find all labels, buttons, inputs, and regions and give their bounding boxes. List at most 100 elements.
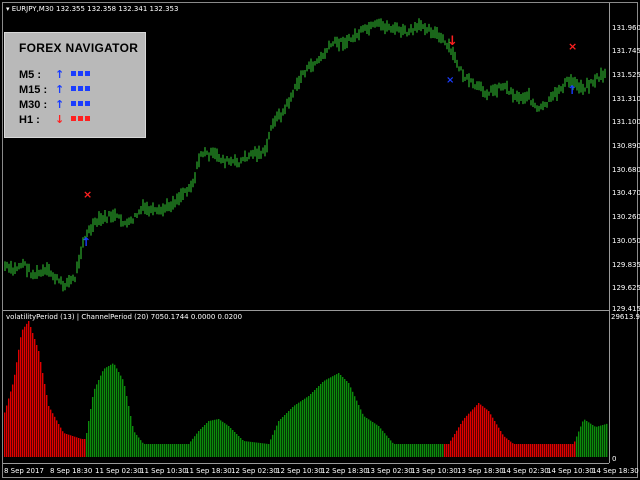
histogram-bar xyxy=(146,444,148,457)
indicator-histogram-canvas[interactable] xyxy=(3,311,609,463)
signal-square-icon xyxy=(71,101,76,106)
histogram-bar xyxy=(188,444,190,457)
histogram-bar xyxy=(154,444,156,457)
histogram-bar xyxy=(518,444,520,457)
histogram-bar xyxy=(162,444,164,457)
histogram-bar xyxy=(190,441,192,457)
histogram-bar xyxy=(106,367,108,457)
histogram-bar xyxy=(90,409,92,457)
time-tick: 13 Sep 10:30 xyxy=(411,467,458,475)
histogram-bar xyxy=(466,415,468,457)
histogram-bar xyxy=(108,366,110,457)
histogram-bar xyxy=(602,425,604,457)
histogram-bar xyxy=(470,411,472,457)
histogram-bar xyxy=(536,444,538,457)
signal-square-icon xyxy=(85,101,90,106)
histogram-bar xyxy=(260,443,262,457)
histogram-bar xyxy=(402,444,404,457)
histogram-bar xyxy=(18,349,20,457)
histogram-bar xyxy=(544,444,546,457)
histogram-bar xyxy=(82,439,84,457)
histogram-bar xyxy=(22,329,24,457)
sell-cross-icon: × xyxy=(83,188,92,201)
histogram-bar xyxy=(102,371,104,457)
histogram-bar xyxy=(60,427,62,457)
histogram-bar xyxy=(240,438,242,457)
histogram-bar xyxy=(460,424,462,457)
histogram-bar xyxy=(426,444,428,457)
histogram-bar xyxy=(12,384,14,457)
forex-navigator-panel[interactable]: FOREX NAVIGATOR M5 : ↑ M15 : ↑ M30 : ↑ H… xyxy=(4,32,146,138)
sell-cross-icon: × xyxy=(568,40,577,53)
histogram-bar xyxy=(204,425,206,457)
histogram-bar xyxy=(380,428,382,457)
histogram-bar xyxy=(594,426,596,457)
indicator-subwindow[interactable]: volatilityPeriod (13) | ChannelPeriod (2… xyxy=(3,311,609,463)
sell-arrow-icon: ↓ xyxy=(447,34,458,49)
histogram-bar xyxy=(524,444,526,457)
histogram-bar xyxy=(140,440,142,457)
histogram-bar xyxy=(508,440,510,457)
histogram-bar xyxy=(150,444,152,457)
histogram-bar xyxy=(46,395,48,457)
histogram-bar xyxy=(120,375,122,457)
down-arrow-icon: ↓ xyxy=(55,113,65,126)
histogram-bar xyxy=(590,423,592,457)
histogram-bar xyxy=(194,436,196,457)
histogram-bar xyxy=(526,444,528,457)
histogram-bar xyxy=(252,442,254,457)
navigator-title: FOREX NAVIGATOR xyxy=(19,41,139,55)
histogram-bar xyxy=(152,444,154,457)
histogram-bar xyxy=(24,326,26,457)
histogram-bar xyxy=(542,444,544,457)
histogram-bar xyxy=(538,444,540,457)
histogram-bar xyxy=(148,444,150,457)
histogram-bar xyxy=(418,444,420,457)
chart-menu-triangle-icon[interactable]: ▾ xyxy=(6,5,10,13)
histogram-bar xyxy=(342,377,344,457)
price-tick: 131.960 xyxy=(612,24,640,32)
time-scale[interactable]: 8 Sep 2017 8 Sep 18:30 11 Sep 02:30 11 S… xyxy=(3,463,639,478)
price-tick: 130.680 xyxy=(612,166,640,174)
histogram-bar xyxy=(376,424,378,457)
histogram-bar xyxy=(472,409,474,457)
histogram-bar xyxy=(216,419,218,457)
histogram-bar xyxy=(574,441,576,457)
histogram-bar xyxy=(232,430,234,457)
histogram-bar xyxy=(490,414,492,457)
histogram-bar xyxy=(226,424,228,457)
histogram-bar xyxy=(156,444,158,457)
histogram-bar xyxy=(286,413,288,457)
histogram-bar xyxy=(258,442,260,457)
price-tick: 129.625 xyxy=(612,284,640,292)
histogram-bar xyxy=(568,444,570,457)
histogram-bar xyxy=(292,407,294,457)
histogram-bar xyxy=(554,444,556,457)
histogram-bar xyxy=(438,444,440,457)
histogram-bar xyxy=(218,419,220,457)
price-tick: 130.050 xyxy=(612,237,640,245)
histogram-bar xyxy=(62,431,64,457)
histogram-bar xyxy=(486,409,488,457)
navigator-row-h1: H1 : ↓ xyxy=(19,113,139,128)
histogram-bar xyxy=(558,444,560,457)
histogram-bar xyxy=(332,376,334,457)
histogram-bar xyxy=(254,442,256,457)
histogram-bar xyxy=(300,401,302,457)
histogram-bar xyxy=(116,368,118,457)
histogram-bar xyxy=(462,420,464,457)
histogram-bar xyxy=(84,439,86,457)
navigator-label: M5 : xyxy=(19,69,41,81)
price-scale[interactable]: 131.960 131.745 131.525 131.310 131.100 … xyxy=(609,3,640,463)
histogram-bar xyxy=(540,444,542,457)
histogram-bar xyxy=(56,420,58,457)
histogram-bar xyxy=(76,437,78,457)
histogram-bar xyxy=(92,397,94,457)
navigator-label: M15 : xyxy=(19,84,48,96)
histogram-bar xyxy=(450,440,452,457)
histogram-bar xyxy=(272,434,274,457)
histogram-bar xyxy=(130,416,132,457)
histogram-bar xyxy=(352,391,354,457)
histogram-bar xyxy=(66,434,68,457)
histogram-bar xyxy=(54,416,56,457)
